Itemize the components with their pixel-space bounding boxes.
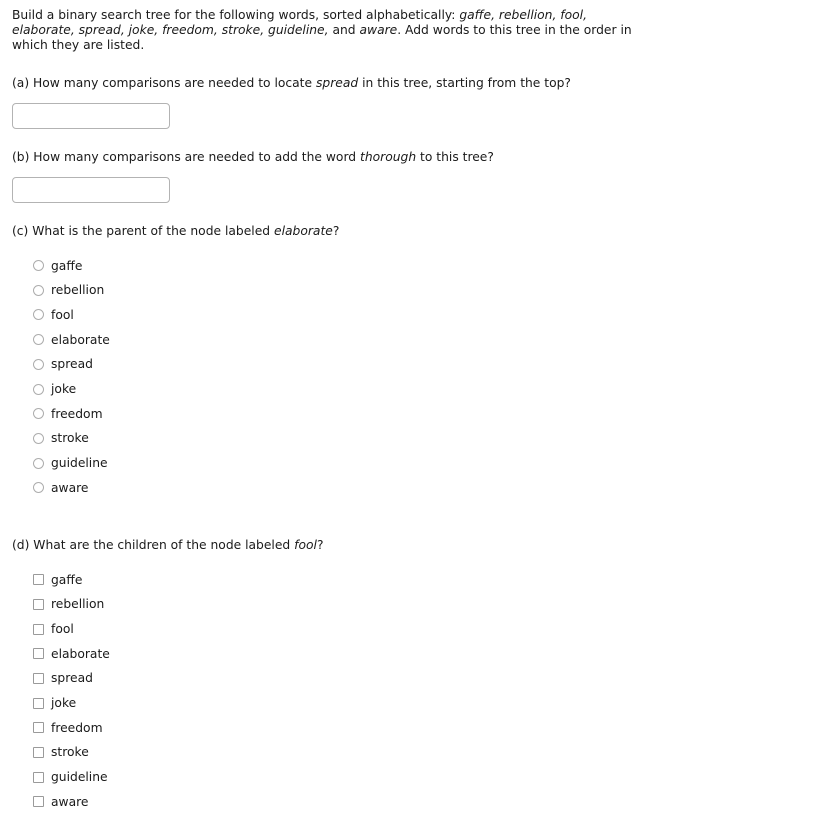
- radio-option-row[interactable]: fool: [33, 303, 840, 328]
- question-d-checkbox-group: gaffe rebellion fool elaborate spread joke fre…: [12, 567, 840, 814]
- option-label: fool: [51, 622, 74, 637]
- plain-text: in this tree, starting from the top?: [358, 75, 571, 90]
- option-label: aware: [51, 794, 89, 809]
- radio-option-row[interactable]: aware: [33, 475, 840, 500]
- radio-option-row[interactable]: spread: [33, 352, 840, 377]
- problem-statement: Build a binary search tree for the follo…: [12, 8, 646, 54]
- checkbox-icon[interactable]: [33, 648, 44, 660]
- radio-option-row[interactable]: elaborate: [33, 327, 840, 352]
- emphasized-text: thorough: [360, 149, 417, 164]
- checkbox-icon[interactable]: [33, 771, 44, 783]
- checkbox-option-row[interactable]: guideline: [33, 765, 840, 790]
- question-b-answer-input[interactable]: [12, 177, 170, 204]
- plain-text: to this tree?: [416, 149, 494, 164]
- checkbox-option-row[interactable]: rebellion: [33, 592, 840, 617]
- quiz-page: Build a binary search tree for the follo…: [0, 0, 840, 824]
- option-label: joke: [51, 382, 77, 396]
- question-b: (b) How many comparisons are needed to a…: [12, 150, 840, 204]
- emphasized-text: elaborate: [274, 224, 333, 239]
- question-a-answer-input[interactable]: [12, 102, 170, 129]
- radio-option-row[interactable]: gaffe: [33, 253, 840, 278]
- radio-button-icon[interactable]: [33, 408, 44, 420]
- option-label: gaffe: [51, 258, 83, 273]
- radio-button-icon[interactable]: [33, 482, 44, 494]
- option-label: guideline: [51, 770, 108, 785]
- checkbox-icon[interactable]: [33, 746, 44, 758]
- radio-option-row[interactable]: freedom: [33, 401, 840, 426]
- plain-text: (b) How many comparisons are needed to a…: [12, 149, 360, 164]
- radio-option-row[interactable]: guideline: [33, 451, 840, 476]
- question-a: (a) How many comparisons are needed to l…: [12, 76, 840, 129]
- option-label: rebellion: [51, 597, 105, 612]
- checkbox-option-row[interactable]: aware: [33, 789, 840, 814]
- checkbox-option-row[interactable]: freedom: [33, 715, 840, 740]
- option-label: freedom: [51, 720, 103, 735]
- radio-button-icon[interactable]: [33, 358, 44, 370]
- question-d-prompt: (d) What are the children of the node la…: [12, 538, 840, 553]
- checkbox-icon[interactable]: [33, 796, 44, 808]
- radio-button-icon[interactable]: [33, 383, 44, 395]
- option-label: elaborate: [51, 332, 110, 347]
- plain-text: Build a binary search tree for the follo…: [12, 8, 460, 22]
- option-label: stroke: [51, 745, 89, 760]
- option-label: aware: [51, 480, 89, 495]
- question-c-radio-group: gaffe rebellion fool elaborate spread joke fre…: [12, 253, 840, 500]
- option-label: fool: [51, 307, 74, 322]
- radio-button-icon[interactable]: [33, 432, 44, 444]
- emphasized-text: spread: [315, 75, 359, 90]
- checkbox-option-row[interactable]: stroke: [33, 740, 840, 765]
- checkbox-option-row[interactable]: fool: [33, 617, 840, 642]
- plain-text: (c) What is the parent of the node label…: [12, 224, 274, 239]
- checkbox-icon[interactable]: [33, 722, 44, 734]
- question-c: (c) What is the parent of the node label…: [12, 224, 840, 500]
- checkbox-icon[interactable]: [33, 623, 44, 635]
- checkbox-option-row[interactable]: elaborate: [33, 641, 840, 666]
- question-b-prompt: (b) How many comparisons are needed to a…: [12, 150, 840, 165]
- plain-text: (d) What are the children of the node la…: [12, 538, 295, 553]
- option-label: rebellion: [51, 283, 105, 298]
- question-a-prompt: (a) How many comparisons are needed to l…: [12, 76, 840, 91]
- checkbox-option-row[interactable]: joke: [33, 691, 840, 716]
- emphasized-text: aware: [359, 23, 398, 38]
- plain-text: ?: [332, 224, 340, 239]
- option-label: spread: [51, 357, 93, 372]
- radio-button-icon[interactable]: [33, 334, 44, 346]
- checkbox-icon[interactable]: [33, 574, 44, 586]
- option-label: freedom: [51, 406, 103, 421]
- radio-button-icon[interactable]: [33, 309, 44, 321]
- option-label: stroke: [51, 431, 89, 446]
- radio-option-row[interactable]: joke: [33, 377, 840, 402]
- emphasized-text: fool: [294, 538, 317, 553]
- checkbox-icon[interactable]: [33, 672, 44, 684]
- option-label: guideline: [51, 456, 108, 471]
- option-label: elaborate: [51, 646, 110, 661]
- checkbox-icon[interactable]: [33, 598, 44, 610]
- question-d: (d) What are the children of the node la…: [12, 538, 840, 814]
- radio-button-icon[interactable]: [33, 457, 44, 469]
- checkbox-option-row[interactable]: gaffe: [33, 567, 840, 592]
- plain-text: and: [328, 23, 360, 38]
- option-label: spread: [51, 671, 93, 686]
- checkbox-icon[interactable]: [33, 697, 44, 709]
- radio-button-icon[interactable]: [33, 284, 44, 296]
- radio-option-row[interactable]: rebellion: [33, 278, 840, 303]
- option-label: gaffe: [51, 572, 83, 587]
- option-label: joke: [51, 696, 77, 711]
- radio-button-icon[interactable]: [33, 260, 44, 272]
- checkbox-option-row[interactable]: spread: [33, 666, 840, 691]
- plain-text: ?: [316, 538, 324, 553]
- radio-option-row[interactable]: stroke: [33, 426, 840, 451]
- plain-text: (a) How many comparisons are needed to l…: [12, 75, 316, 90]
- question-c-prompt: (c) What is the parent of the node label…: [12, 224, 840, 239]
